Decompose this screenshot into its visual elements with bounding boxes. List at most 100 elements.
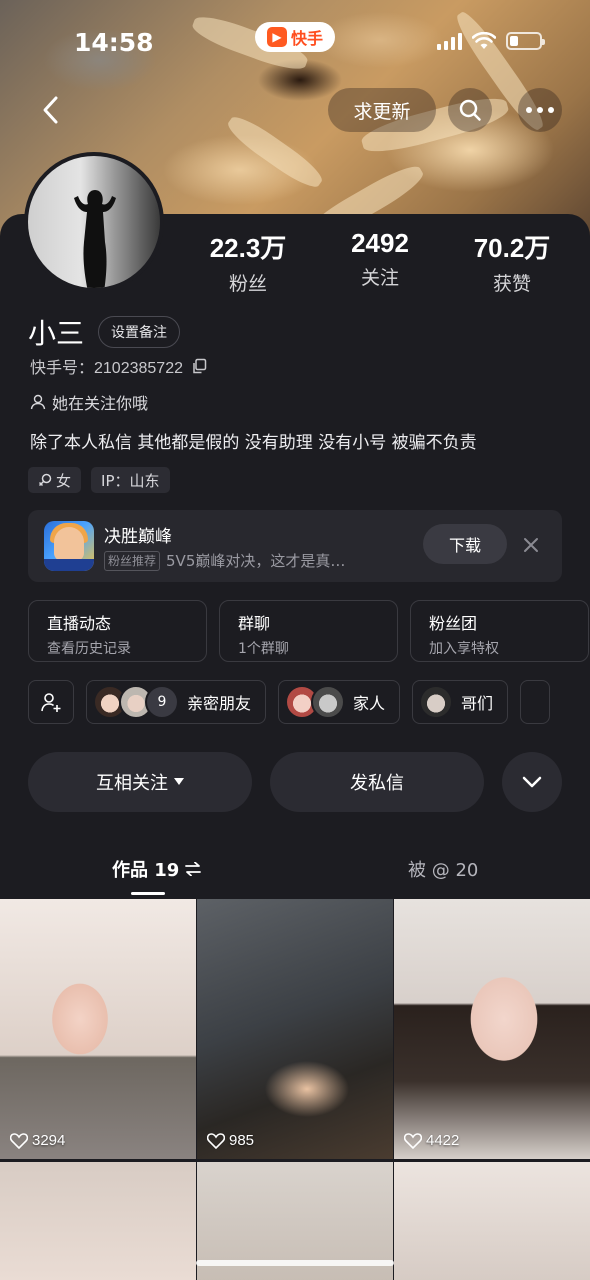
card-subtitle: 1个群聊: [238, 641, 289, 657]
tab-mentioned[interactable]: 被 @ 20: [408, 856, 478, 882]
add-friend-button[interactable]: [28, 680, 74, 724]
search-icon: [459, 99, 481, 121]
group-buddies[interactable]: 哥们: [412, 680, 509, 724]
card-subtitle: 加入享特权: [429, 641, 499, 657]
more-options-button[interactable]: [518, 88, 562, 132]
video-tile[interactable]: 4422: [394, 899, 590, 1159]
member-count-badge: 9: [145, 685, 179, 719]
wifi-icon: [472, 32, 496, 49]
group-family[interactable]: 家人: [278, 680, 401, 724]
video-tile[interactable]: [0, 1162, 196, 1280]
close-icon: [524, 538, 538, 552]
name-row: 小三 设置备注: [28, 312, 181, 352]
video-tile[interactable]: 3294: [0, 899, 196, 1159]
stat-likes[interactable]: 70.2万 获赞: [454, 228, 570, 296]
stat-following-value: 2492: [351, 228, 409, 258]
status-time: 14:58: [74, 28, 154, 57]
more-dots-icon: [526, 107, 554, 113]
heart-icon: [207, 1132, 225, 1149]
user-name: 小三: [28, 317, 85, 350]
follows-you-row: 她在关注你哦: [30, 390, 148, 414]
battery-icon: [506, 32, 545, 50]
group-close-friends[interactable]: 9 亲密朋友: [86, 680, 267, 724]
friend-groups-row: 9 亲密朋友 家人 哥们: [28, 680, 590, 726]
stat-following[interactable]: 2492 关注: [322, 228, 438, 296]
game-promo-card[interactable]: 决胜巅峰 粉丝推荐 5V5巅峰对决，这才是真… 下载: [28, 510, 562, 582]
promo-close-button[interactable]: [518, 532, 544, 558]
group-label: 哥们: [461, 694, 494, 713]
video-likes: 985: [207, 1132, 254, 1149]
avatar-silhouette: [74, 190, 116, 288]
card-title: 群聊: [238, 614, 271, 633]
ip-location-tag: IP：山东: [91, 467, 170, 493]
content-tabs: 作品 19 被 @ 20: [0, 848, 590, 898]
send-message-button[interactable]: 发私信: [270, 752, 484, 812]
kuaishou-app-pill: ▶ 快手: [255, 22, 335, 52]
copy-icon[interactable]: [191, 358, 207, 374]
video-tile[interactable]: 985: [197, 899, 393, 1159]
heart-icon: [404, 1132, 422, 1149]
group-avatars: [419, 685, 454, 719]
request-update-button[interactable]: 求更新: [328, 88, 436, 132]
kuaishou-id: 快手号：2102385722: [30, 360, 183, 377]
live-history-card[interactable]: 直播动态 查看历史记录: [28, 600, 207, 662]
back-button[interactable]: [30, 90, 70, 130]
gender-tag: 女: [28, 467, 82, 493]
ip-location-label: IP：山东: [101, 471, 160, 490]
promo-subtitle-row: 粉丝推荐 5V5巅峰对决，这才是真…: [104, 550, 345, 571]
add-person-icon: [41, 693, 61, 712]
status-bar: 14:58 ▶ 快手: [0, 0, 590, 88]
sort-swap-icon[interactable]: [185, 862, 202, 876]
video-likes-count: 985: [229, 1132, 255, 1149]
female-icon: [38, 473, 52, 487]
stat-likes-value: 70.2万: [473, 233, 551, 263]
card-title: 粉丝团: [429, 614, 478, 633]
video-grid: 3294 985 4422: [0, 899, 590, 1280]
chevron-down-icon: [522, 776, 542, 788]
profile-tags: 女 IP：山东: [28, 467, 170, 493]
signal-icon: [437, 32, 462, 50]
card-title: 直播动态: [47, 614, 112, 633]
group-partial[interactable]: [520, 680, 551, 724]
group-chat-card[interactable]: 群聊 1个群聊: [219, 600, 398, 662]
video-likes: 4422: [404, 1132, 459, 1149]
promo-badge: 粉丝推荐: [104, 550, 161, 571]
video-likes: 3294: [10, 1132, 65, 1149]
stat-fans[interactable]: 22.3万 粉丝: [190, 228, 306, 296]
heart-icon: [10, 1132, 28, 1149]
promo-download-button[interactable]: 下载: [423, 524, 507, 564]
chevron-left-icon: [43, 96, 58, 124]
search-button[interactable]: [448, 88, 492, 132]
tab-works-label: 作品 19: [112, 860, 180, 881]
promo-title: 决胜巅峰: [104, 527, 172, 547]
gender-tag-label: 女: [56, 471, 72, 490]
app-pill-label: 快手: [290, 29, 323, 48]
video-tile[interactable]: [394, 1162, 590, 1280]
game-app-icon: [44, 521, 94, 571]
profile-actions: 互相关注 发私信: [28, 752, 562, 812]
person-icon: [30, 394, 46, 410]
fan-club-card[interactable]: 粉丝团 加入享特权: [410, 600, 589, 662]
tab-works[interactable]: 作品 19: [112, 856, 202, 882]
mutual-follow-button[interactable]: 互相关注: [28, 752, 252, 812]
video-likes-count: 4422: [426, 1132, 460, 1149]
member-avatar: [419, 685, 454, 719]
card-subtitle: 查看历史记录: [47, 641, 131, 657]
video-likes-count: 3294: [32, 1132, 66, 1149]
avatar[interactable]: [24, 152, 164, 292]
kuaishou-logo-icon: ▶: [266, 27, 287, 47]
follows-you-text: 她在关注你哦: [52, 394, 149, 413]
expand-button[interactable]: [502, 752, 562, 812]
stat-likes-label: 获赞: [492, 273, 531, 295]
promo-subtitle: 5V5巅峰对决，这才是真…: [166, 552, 346, 570]
mutual-follow-label: 互相关注: [96, 773, 168, 794]
group-label: 家人: [353, 694, 386, 713]
status-icons: [437, 32, 545, 50]
group-label: 亲密朋友: [187, 694, 252, 713]
active-tab-indicator: [131, 892, 165, 895]
group-avatars: 9: [93, 685, 179, 719]
stat-fans-value: 22.3万: [209, 233, 287, 263]
set-remark-button[interactable]: 设置备注: [98, 316, 181, 348]
bio: 除了本人私信 其他都是假的 没有助理 没有小号 被骗不负责: [30, 433, 477, 453]
group-avatars: [285, 685, 346, 719]
